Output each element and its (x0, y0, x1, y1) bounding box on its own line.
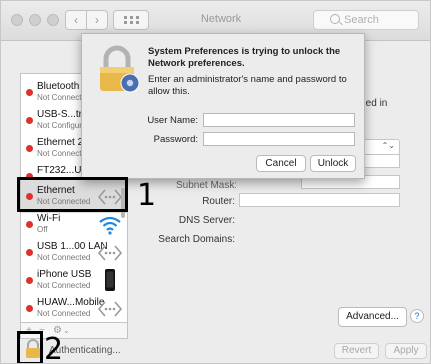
username-label: User Name: (147, 115, 198, 126)
forward-button[interactable]: › (86, 10, 108, 30)
service-status: Not Connecte (37, 149, 86, 158)
chevron-down-icon: ⌄ (63, 326, 70, 335)
close-window-button[interactable] (11, 14, 23, 26)
chevron-right-icon: › (95, 13, 99, 27)
service-status: Not Connected (37, 253, 91, 262)
dialog-heading: System Preferences is trying to unlock t… (148, 46, 341, 69)
authentication-dialog: System Preferences is trying to unlock t… (81, 33, 365, 179)
password-field[interactable] (203, 132, 355, 146)
wifi-icon (99, 216, 121, 235)
search-input[interactable]: Search (313, 10, 419, 30)
service-name: HUAW...Mobile (37, 297, 105, 308)
zoom-window-button[interactable] (47, 14, 59, 26)
router-label: Router: (202, 196, 235, 207)
help-button[interactable]: ? (410, 309, 424, 323)
subnet-mask-label: Subnet Mask: 255.255.255.0 (176, 180, 236, 191)
search-icon (330, 14, 340, 24)
dialog-message: Enter an administrator's name and passwo… (148, 74, 347, 97)
back-button[interactable]: ‹ (65, 10, 87, 30)
advanced-button[interactable]: Advanced... (338, 307, 407, 327)
service-item[interactable]: HUAW...Mobile Not Connected (21, 292, 127, 322)
ethernet-icon (97, 245, 123, 261)
unlock-button[interactable]: Unlock (310, 155, 356, 172)
chevron-left-icon: ‹ (74, 13, 78, 27)
status-dot (26, 117, 33, 124)
network-preferences-window: ‹ › Network Search Bluetooth P Not Conne… (0, 0, 431, 364)
annotation-label-2: 2 (44, 332, 64, 364)
status-dot (26, 89, 33, 96)
service-status: Off (37, 225, 48, 234)
service-status: Not Connecte (37, 93, 86, 102)
show-all-button[interactable] (113, 10, 149, 30)
service-status: Not Connected (37, 309, 91, 318)
status-dot (26, 221, 33, 228)
service-name: iPhone USB (37, 269, 92, 280)
lock-icon (100, 45, 140, 93)
annotation-box-lock (17, 331, 43, 363)
router-field[interactable] (239, 193, 400, 207)
revert-button[interactable]: Revert (334, 343, 379, 359)
cancel-button[interactable]: Cancel (256, 155, 306, 172)
minimize-window-button[interactable] (29, 14, 41, 26)
service-status: Not Configure (37, 121, 87, 130)
service-status: Not Connected (37, 281, 91, 290)
iphone-icon (105, 269, 115, 291)
window-title: Network (200, 13, 242, 25)
status-dot (26, 249, 33, 256)
password-label: Password: (153, 134, 198, 145)
service-name: Wi-Fi (37, 213, 61, 224)
search-domains-label: Search Domains: (158, 234, 235, 245)
status-dot (26, 277, 33, 284)
apply-button[interactable]: Apply (385, 343, 427, 359)
status-dot (26, 145, 33, 152)
search-placeholder: Search (344, 14, 379, 26)
annotation-label-1: 1 (137, 178, 157, 213)
select-arrows-icon: ⌃⌄ (381, 141, 395, 150)
service-name: Ethernet 2 (37, 137, 84, 148)
username-field[interactable] (203, 113, 355, 127)
annotation-box-ethernet (17, 177, 128, 212)
dns-server-label: DNS Server: (178, 215, 235, 226)
status-dot (26, 305, 33, 312)
ethernet-icon (97, 301, 123, 317)
